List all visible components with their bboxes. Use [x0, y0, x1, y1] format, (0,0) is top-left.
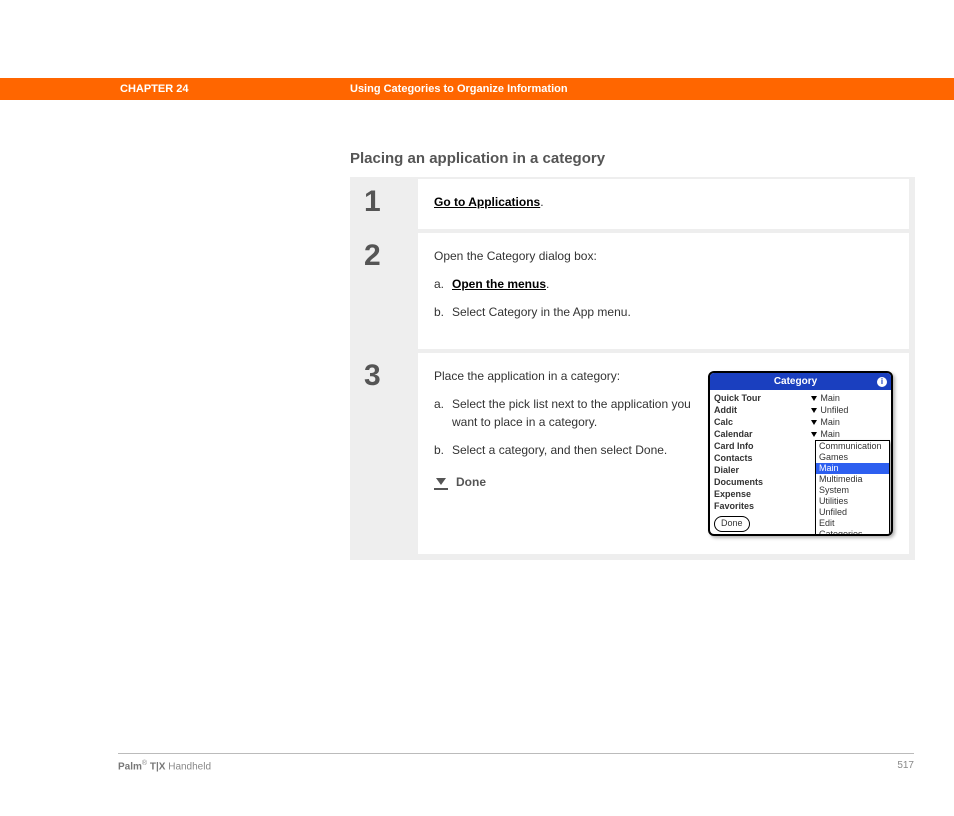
substep: a. Open the menus.	[434, 275, 893, 293]
footer-brand: Palm® T|X Handheld	[118, 760, 211, 772]
done-label: Done	[456, 473, 486, 491]
app-row: Calc	[712, 416, 809, 428]
dropdown-triangle-icon	[811, 420, 817, 425]
step-number: 2	[352, 233, 418, 349]
category-picklist[interactable]: Main	[809, 428, 889, 440]
step-body: Place the application in a category: a. …	[418, 353, 909, 554]
dropdown-item[interactable]: Multimedia	[816, 474, 889, 485]
step-number: 1	[352, 179, 418, 229]
substep-text: Select a category, and then select Done.	[452, 441, 667, 459]
dialog-titlebar: Category i	[710, 373, 891, 390]
dropdown-item[interactable]: System	[816, 485, 889, 496]
app-row: Calendar	[712, 428, 809, 440]
app-row: Expense	[712, 488, 809, 500]
info-icon: i	[877, 377, 887, 387]
step-body: Open the Category dialog box: a. Open th…	[418, 233, 909, 349]
substep-text: Select the pick list next to the applica…	[452, 395, 694, 431]
category-value: Main	[820, 416, 840, 428]
app-row: Favorites	[712, 500, 809, 512]
substep: b. Select Category in the App menu.	[434, 303, 893, 321]
step-intro: Open the Category dialog box:	[434, 247, 893, 265]
dropdown-item[interactable]: Main	[816, 463, 889, 474]
page-number: 517	[897, 760, 914, 772]
substep-letter: a.	[434, 275, 452, 293]
app-row: Dialer	[712, 464, 809, 476]
substep-text: Select Category in the App menu.	[452, 303, 631, 321]
step-body: Go to Applications.	[418, 179, 909, 229]
section-title: Placing an application in a category	[350, 150, 915, 167]
category-picklist[interactable]: Main	[809, 416, 889, 428]
app-list: Quick TourAdditCalcCalendarCard InfoCont…	[712, 392, 809, 512]
category-value: Main	[820, 428, 840, 440]
substep-text: .	[546, 277, 549, 291]
dropdown-item[interactable]: Utilities	[816, 496, 889, 507]
dropdown-item[interactable]: Unfiled	[816, 507, 889, 518]
dropdown-item[interactable]: Games	[816, 452, 889, 463]
chapter-label: CHAPTER 24	[120, 83, 350, 95]
app-row: Contacts	[712, 452, 809, 464]
category-value: Unfiled	[820, 404, 848, 416]
chapter-subtitle: Using Categories to Organize Information	[350, 83, 568, 95]
dropdown-triangle-icon	[811, 396, 817, 401]
dropdown-triangle-icon	[811, 408, 817, 413]
category-dropdown[interactable]: CommunicationGamesMainMultimediaSystemUt…	[815, 440, 890, 536]
dropdown-item[interactable]: Communication	[816, 441, 889, 452]
done-indicator: Done	[434, 473, 694, 491]
app-row: Addit	[712, 404, 809, 416]
done-button[interactable]: Done	[714, 516, 750, 532]
substep-letter: a.	[434, 395, 452, 431]
step-row: 2 Open the Category dialog box: a. Open …	[352, 233, 909, 349]
dropdown-item[interactable]: Edit Categories...	[816, 518, 889, 536]
go-to-applications-link[interactable]: Go to Applications	[434, 195, 540, 209]
substep: a. Select the pick list next to the appl…	[434, 395, 694, 431]
app-row: Card Info	[712, 440, 809, 452]
page-footer: Palm® T|X Handheld 517	[118, 753, 914, 772]
main-content: Placing an application in a category 1 G…	[350, 150, 915, 560]
step-row: 1 Go to Applications.	[352, 179, 909, 229]
step-intro: Place the application in a category:	[434, 367, 694, 385]
step-text: .	[540, 195, 543, 209]
substep: b. Select a category, and then select Do…	[434, 441, 694, 459]
open-the-menus-link[interactable]: Open the menus	[452, 277, 546, 291]
dialog-title: Category	[714, 374, 877, 389]
header-bar: CHAPTER 24 Using Categories to Organize …	[0, 78, 954, 100]
dropdown-triangle-icon	[811, 432, 817, 437]
category-picklist[interactable]: Unfiled	[809, 404, 889, 416]
category-value: Main	[820, 392, 840, 404]
substep-letter: b.	[434, 303, 452, 321]
brand-suffix: Handheld	[165, 761, 211, 772]
brand-name: Palm	[118, 761, 142, 772]
done-arrow-icon	[434, 474, 448, 490]
steps-container: 1 Go to Applications. 2 Open the Categor…	[350, 177, 915, 560]
category-picklist[interactable]: Main	[809, 392, 889, 404]
app-row: Quick Tour	[712, 392, 809, 404]
step-row: 3 Place the application in a category: a…	[352, 353, 909, 554]
step-number: 3	[352, 353, 418, 554]
app-row: Documents	[712, 476, 809, 488]
substep-letter: b.	[434, 441, 452, 459]
brand-model: T|X	[147, 761, 165, 772]
category-dialog-screenshot: Category i Quick TourAdditCalcCalendarCa…	[708, 371, 893, 536]
